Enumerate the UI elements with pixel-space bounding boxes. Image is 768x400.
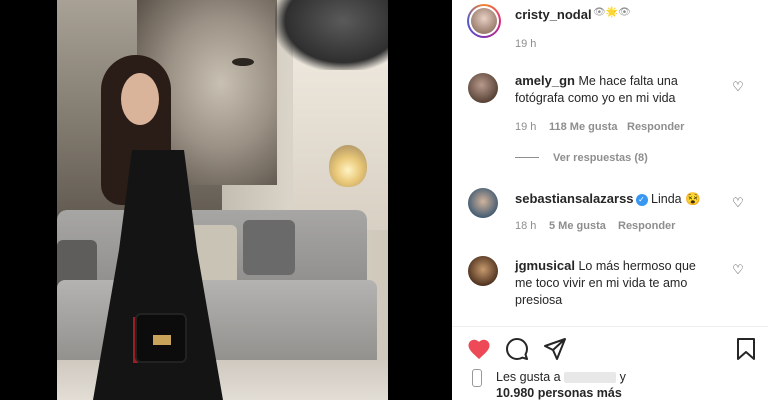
woman-in-black-dress: [93, 55, 228, 400]
comment-text-line1: Lo más hermoso que: [578, 259, 696, 273]
likes-count[interactable]: 10.980 personas más: [496, 386, 622, 400]
comment-icon[interactable]: [504, 336, 530, 362]
author-badges: 👁🌟👁: [593, 7, 631, 18]
view-replies-line: [515, 157, 539, 158]
post-photo[interactable]: [57, 0, 388, 400]
comment-reply-button[interactable]: Responder: [627, 121, 684, 133]
comment-1: amely_gn Me hace falta una fotógrafa com…: [515, 72, 735, 107]
comment-username[interactable]: jgmusical: [515, 258, 575, 273]
post-time[interactable]: 19 h: [515, 38, 536, 50]
comment-likes[interactable]: 118 Me gusta: [549, 121, 617, 133]
handbag: [135, 313, 187, 363]
comment-3: jgmusical Lo más hermoso que me toco viv…: [515, 257, 735, 309]
comment-reply-button[interactable]: Responder: [618, 220, 675, 232]
lamp: [329, 145, 367, 187]
comment-avatar[interactable]: [468, 73, 498, 103]
view-replies-button[interactable]: Ver respuestas (8): [553, 152, 648, 164]
likes-suffix: y: [619, 370, 626, 384]
comment-text: Linda 😵: [651, 192, 701, 206]
comment-2: sebastiansalazarss ✓ Linda 😵: [515, 190, 735, 208]
share-icon[interactable]: [542, 336, 568, 362]
comment-avatar[interactable]: [468, 256, 498, 286]
liker-name-blurred[interactable]: [564, 372, 617, 384]
heart-icon[interactable]: [466, 336, 492, 362]
comment-username[interactable]: amely_gn: [515, 73, 575, 88]
comment-like-heart-icon[interactable]: ♡: [731, 80, 745, 94]
comment-text-line1: Me hace falta una: [578, 74, 678, 88]
bookmark-icon[interactable]: [733, 336, 759, 362]
comment-likes[interactable]: 5 Me gusta: [549, 220, 606, 232]
comment-avatar[interactable]: [468, 188, 498, 218]
chandelier: [275, 0, 388, 70]
divider: [452, 326, 768, 327]
author-username[interactable]: cristy_nodal: [515, 7, 592, 22]
comment-like-heart-icon[interactable]: ♡: [731, 263, 745, 277]
likes-avatar[interactable]: [472, 369, 482, 387]
comment-like-heart-icon[interactable]: ♡: [731, 196, 745, 210]
comment-username[interactable]: sebastiansalazarss: [515, 191, 634, 206]
verified-badge-icon: ✓: [635, 193, 648, 206]
comment-text-line3: presiosa: [515, 293, 563, 307]
likes-summary[interactable]: Les gusta a y: [496, 370, 626, 384]
likes-prefix: Les gusta a: [496, 370, 561, 384]
comment-text-line2: fotógrafa como yo en mi vida: [515, 91, 676, 105]
comment-text-line2: me toco vivir en mi vida te amo: [515, 276, 688, 290]
comment-time[interactable]: 19 h: [515, 121, 536, 133]
comment-time[interactable]: 18 h: [515, 220, 536, 232]
post-side-panel: cristy_nodal 👁🌟👁 19 h amely_gn Me hace f…: [452, 0, 768, 400]
post-media-area: [0, 0, 452, 400]
author-avatar[interactable]: [467, 4, 501, 38]
